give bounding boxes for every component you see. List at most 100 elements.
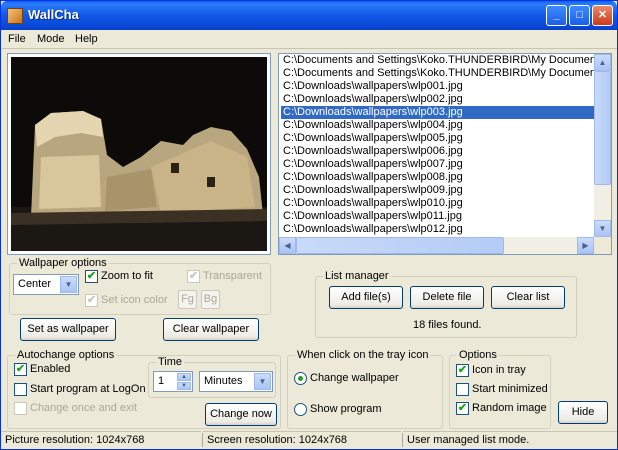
scroll-up-button[interactable]: ▲ (594, 54, 611, 71)
status-screen-resolution: Screen resolution: 1024x768 (203, 431, 401, 449)
list-manager-label: List manager (323, 270, 391, 282)
position-select[interactable]: Center ▼ (13, 274, 79, 295)
file-list-item[interactable]: C:\Downloads\wallpapers\wlp003.jpg (281, 105, 595, 120)
autochange-options-label: Autochange options (15, 349, 117, 361)
position-dropdown-button[interactable]: ▼ (60, 276, 77, 293)
check-icon: ✔ (86, 270, 97, 282)
clear-list-button[interactable]: Clear list (491, 286, 565, 309)
files-found-status: 18 files found. (413, 319, 482, 331)
title-bar[interactable]: WallCha _ □ ✕ (1, 1, 617, 30)
status-mode: User managed list mode. (403, 431, 617, 449)
scroll-left-button[interactable]: ◀ (279, 237, 296, 254)
zoom-to-fit-checkbox[interactable]: ✔ (85, 270, 98, 283)
stepper-up-icon[interactable]: ▲ (177, 373, 191, 381)
file-list-vertical-scrollbar[interactable]: ▲ ▼ (594, 54, 611, 237)
position-select-value: Center (18, 278, 52, 290)
file-list-item[interactable]: C:\Downloads\wallpapers\wlp009.jpg (281, 184, 595, 197)
maximize-button[interactable]: □ (569, 5, 590, 26)
start-minimized-checkbox[interactable] (456, 383, 469, 396)
enabled-label: Enabled (30, 363, 71, 375)
wallpaper-options-label: Wallpaper options (17, 257, 109, 269)
check-icon: ✔ (86, 294, 97, 306)
show-program-radio[interactable] (294, 403, 307, 416)
add-files-button[interactable]: Add file(s) (329, 286, 403, 309)
set-icon-color-checkbox[interactable]: ✔ (85, 294, 98, 307)
hide-button[interactable]: Hide (558, 401, 608, 424)
menu-file[interactable]: File (8, 33, 26, 45)
scroll-down-button[interactable]: ▼ (594, 220, 611, 237)
change-now-button[interactable]: Change now (205, 403, 277, 426)
stepper-down-icon[interactable]: ▼ (177, 382, 191, 390)
enabled-checkbox[interactable]: ✔ (14, 363, 27, 376)
file-list-item[interactable]: C:\Documents and Settings\Koko.THUNDERBI… (281, 54, 595, 67)
preview-image (11, 57, 267, 251)
delete-file-button[interactable]: Delete file (410, 286, 484, 309)
preview-photo (11, 57, 267, 251)
bg-color-button[interactable]: Bg (201, 290, 220, 309)
file-list-item[interactable]: C:\Downloads\wallpapers\wlp010.jpg (281, 197, 595, 210)
up-arrow-icon: ▲ (598, 58, 607, 67)
down-arrow-icon: ▼ (598, 224, 607, 233)
file-list-item[interactable]: C:\Downloads\wallpapers\wlp005.jpg (281, 132, 595, 145)
check-icon: ✔ (15, 363, 26, 375)
close-icon: ✕ (597, 9, 608, 21)
close-button[interactable]: ✕ (592, 5, 613, 26)
time-label: Time (156, 356, 185, 368)
file-list-item[interactable]: C:\Downloads\wallpapers\wlp008.jpg (281, 171, 595, 184)
transparent-label: Transparent (203, 270, 262, 282)
menu-bar: File Mode Help (1, 30, 617, 49)
file-list-item[interactable]: C:\Documents and Settings\Koko.THUNDERBI… (281, 67, 595, 80)
check-icon: ✔ (457, 364, 468, 376)
change-wallpaper-radio[interactable] (294, 372, 307, 385)
time-spinner-value: 1 (158, 375, 165, 387)
file-list-item[interactable]: C:\Downloads\wallpapers\wlp001.jpg (281, 80, 595, 93)
app-icon (7, 8, 23, 24)
start-at-logon-checkbox[interactable] (14, 383, 27, 396)
fg-color-button[interactable]: Fg (178, 290, 197, 309)
file-list[interactable]: C:\Documents and Settings\Koko.THUNDERBI… (278, 53, 612, 255)
file-list-item[interactable]: C:\Downloads\wallpapers\wlp011.jpg (281, 210, 595, 223)
file-list-item[interactable]: C:\Downloads\wallpapers\wlp004.jpg (281, 119, 595, 132)
file-list-item[interactable]: C:\Downloads\wallpapers\wlp012.jpg (281, 223, 595, 236)
time-unit-select[interactable]: Minutes ▼ (199, 371, 273, 392)
scroll-right-button[interactable]: ▶ (577, 237, 594, 254)
menu-help[interactable]: Help (75, 33, 98, 45)
scrollbar-corner (594, 237, 611, 254)
transparent-checkbox[interactable]: ✔ (187, 270, 200, 283)
maximize-icon: □ (576, 9, 583, 21)
set-icon-color-label: Set icon color (101, 294, 168, 306)
clear-wallpaper-button[interactable]: Clear wallpaper (163, 318, 259, 341)
vertical-scroll-thumb[interactable] (594, 71, 611, 185)
icon-in-tray-checkbox[interactable]: ✔ (456, 364, 469, 377)
random-image-checkbox[interactable]: ✔ (456, 402, 469, 415)
check-icon: ✔ (457, 402, 468, 414)
change-wallpaper-label: Change wallpaper (310, 372, 399, 384)
start-minimized-label: Start minimized (472, 383, 548, 395)
status-picture-resolution: Picture resolution: 1024x768 (1, 431, 201, 449)
set-as-wallpaper-button[interactable]: Set as wallpaper (20, 318, 116, 341)
horizontal-scroll-thumb[interactable] (296, 237, 504, 254)
options-label: Options (457, 349, 499, 361)
file-list-horizontal-scrollbar[interactable]: ◀ ▶ (279, 237, 594, 254)
file-list-item[interactable]: C:\Downloads\wallpapers\wlp006.jpg (281, 145, 595, 158)
start-at-logon-label: Start program at LogOn (30, 383, 146, 395)
menu-mode[interactable]: Mode (37, 33, 65, 45)
minimize-button[interactable]: _ (546, 5, 567, 26)
check-icon: ✔ (188, 270, 199, 282)
time-stepper[interactable]: ▲ ▼ (177, 373, 191, 390)
tray-click-label: When click on the tray icon (295, 349, 431, 361)
chevron-down-icon: ▼ (64, 280, 73, 289)
icon-in-tray-label: Icon in tray (472, 364, 526, 376)
file-list-item[interactable]: C:\Downloads\wallpapers\wlp002.jpg (281, 93, 595, 106)
change-once-label: Change once and exit (30, 402, 138, 414)
left-arrow-icon: ◀ (284, 241, 291, 250)
time-unit-dropdown-button[interactable]: ▼ (254, 373, 271, 390)
change-once-checkbox[interactable] (14, 402, 27, 415)
time-spinner[interactable]: 1 ▲ ▼ (153, 371, 193, 392)
minimize-icon: _ (553, 9, 560, 21)
zoom-to-fit-label: Zoom to fit (101, 270, 153, 282)
file-list-items: C:\Documents and Settings\Koko.THUNDERBI… (281, 54, 595, 239)
window-title: WallCha (28, 7, 79, 22)
file-list-item[interactable]: C:\Downloads\wallpapers\wlp007.jpg (281, 158, 595, 171)
tray-click-group: When click on the tray icon (287, 349, 443, 429)
